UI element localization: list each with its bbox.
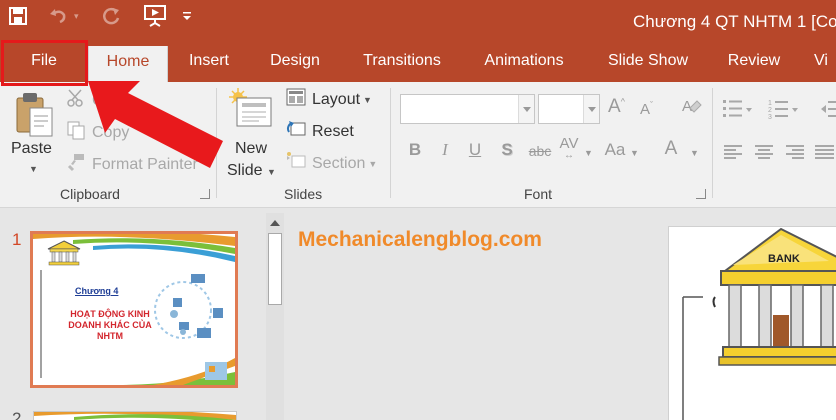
underline-button[interactable]: U xyxy=(466,140,484,160)
ribbon-divider xyxy=(390,88,391,198)
annotation-arrow-icon xyxy=(88,76,228,181)
numbering-icon[interactable]: 123 xyxy=(768,98,798,125)
new-slide-label-line1: New xyxy=(235,140,268,157)
document-title: Chương 4 QT NHTM 1 [Co xyxy=(633,12,836,31)
scissors-icon xyxy=(66,88,86,113)
justify-icon[interactable] xyxy=(814,144,834,165)
reset-button[interactable]: Reset xyxy=(286,120,354,143)
font-name-combo[interactable] xyxy=(400,94,535,124)
new-slide-label-row: Slide ▼ xyxy=(227,162,276,180)
new-slide-label-line2: Slide xyxy=(227,162,263,179)
slides-group-label: Slides xyxy=(284,186,323,202)
bullets-icon[interactable] xyxy=(722,98,752,125)
scrollbar-thumb[interactable] xyxy=(268,233,282,305)
section-button[interactable]: Section ▼ xyxy=(286,152,377,175)
format-painter-icon xyxy=(66,152,86,177)
chevron-down-icon[interactable]: ▼ xyxy=(630,148,639,158)
tab-slide-show[interactable]: Slide Show xyxy=(596,44,700,82)
chevron-down-icon: ▼ xyxy=(267,167,276,177)
increase-font-size-icon[interactable]: A^ xyxy=(608,96,625,118)
slide-canvas[interactable]: BANK xyxy=(668,226,836,420)
undo-icon[interactable] xyxy=(46,4,70,28)
thumbnail-chapter: Chương 4 xyxy=(75,286,119,296)
section-icon xyxy=(286,152,306,175)
clear-formatting-icon[interactable]: A xyxy=(680,94,702,125)
character-spacing-button[interactable]: AV ↔ xyxy=(556,135,582,161)
svg-text:1: 1 xyxy=(768,100,772,107)
align-left-icon[interactable] xyxy=(724,144,744,165)
clipboard-group-label: Clipboard xyxy=(60,186,120,202)
customize-quick-access-icon[interactable] xyxy=(180,4,194,28)
thumbnail-title-3: NHTM xyxy=(97,331,123,341)
bank-sign: BANK xyxy=(768,253,800,265)
chevron-down-icon: ▼ xyxy=(368,158,378,169)
tab-transitions[interactable]: Transitions xyxy=(350,44,454,82)
decrease-indent-icon[interactable] xyxy=(820,98,836,125)
new-slide-icon xyxy=(229,88,275,137)
chevron-down-icon[interactable] xyxy=(583,95,599,123)
align-right-icon[interactable] xyxy=(784,144,804,165)
chevron-down-icon: ▼ xyxy=(363,94,372,105)
slide-thumbnail[interactable] xyxy=(33,411,237,420)
font-color-button[interactable]: A xyxy=(662,138,680,160)
strikethrough-button[interactable]: abc xyxy=(525,143,555,159)
paste-label: Paste xyxy=(11,140,52,157)
thumbnail-title-2: DOANH KHÁC CỦA xyxy=(68,320,152,330)
save-icon[interactable] xyxy=(6,4,30,28)
bold-button[interactable]: B xyxy=(406,140,424,160)
chevron-down-icon[interactable]: ▼ xyxy=(690,148,699,158)
bank-icon xyxy=(47,240,81,271)
svg-text:3: 3 xyxy=(768,114,772,120)
slide-number: 2 xyxy=(12,409,22,420)
thumbnail-decoration xyxy=(34,412,236,420)
italic-button[interactable]: I xyxy=(436,140,454,160)
tab-review[interactable]: Review xyxy=(716,44,792,82)
paste-button[interactable]: Paste ▼ xyxy=(8,86,58,178)
reset-label: Reset xyxy=(312,122,354,140)
font-group-label: Font xyxy=(524,186,553,202)
file-tab-highlight-box xyxy=(1,40,88,86)
layout-button[interactable]: Layout ▼ xyxy=(286,88,372,111)
slide-thumbnail[interactable]: Chương 4 HOẠT ĐỘNG KINH DOANH KHÁC CỦA N… xyxy=(30,231,238,388)
ribbon-divider xyxy=(712,88,713,198)
section-label: Section xyxy=(312,154,366,172)
scroll-up-icon[interactable] xyxy=(266,213,284,231)
font-size-combo[interactable] xyxy=(538,94,600,124)
svg-text:2: 2 xyxy=(768,107,772,114)
start-from-beginning-icon[interactable] xyxy=(141,4,169,28)
tab-design[interactable]: Design xyxy=(258,44,332,82)
copy-icon xyxy=(66,120,86,145)
align-center-icon[interactable] xyxy=(754,144,774,165)
slide-number: 1 xyxy=(12,230,22,249)
change-case-button[interactable]: Aa xyxy=(602,140,628,160)
paste-icon xyxy=(14,90,56,143)
layout-label: Layout xyxy=(312,90,361,108)
chevron-down-icon: ▼ xyxy=(29,164,38,174)
tab-animations[interactable]: Animations xyxy=(472,44,576,82)
tab-view[interactable]: Vi xyxy=(814,44,836,82)
font-launcher-icon[interactable] xyxy=(696,189,706,199)
reset-icon xyxy=(286,120,306,143)
layout-icon xyxy=(286,88,306,111)
chevron-down-icon[interactable]: ▼ xyxy=(584,148,593,158)
chevron-down-icon[interactable] xyxy=(518,95,534,123)
thumbnail-title-1: HOẠT ĐỘNG KINH xyxy=(70,309,150,319)
clipboard-launcher-icon[interactable] xyxy=(200,189,210,199)
watermark-text: Mechanicalengblog.com xyxy=(298,228,542,251)
svg-text:A: A xyxy=(682,98,692,115)
double-arrow-icon: ↔ xyxy=(564,150,574,161)
redo-icon[interactable] xyxy=(100,4,124,28)
title-bar: ▾ Chương 4 QT NHTM 1 [Co xyxy=(0,0,836,44)
decrease-font-size-icon[interactable]: Aˇ xyxy=(640,100,653,118)
bank-building-icon xyxy=(682,227,836,420)
new-slide-button[interactable]: New Slide ▼ xyxy=(225,86,279,180)
text-shadow-button[interactable]: S xyxy=(498,140,516,160)
